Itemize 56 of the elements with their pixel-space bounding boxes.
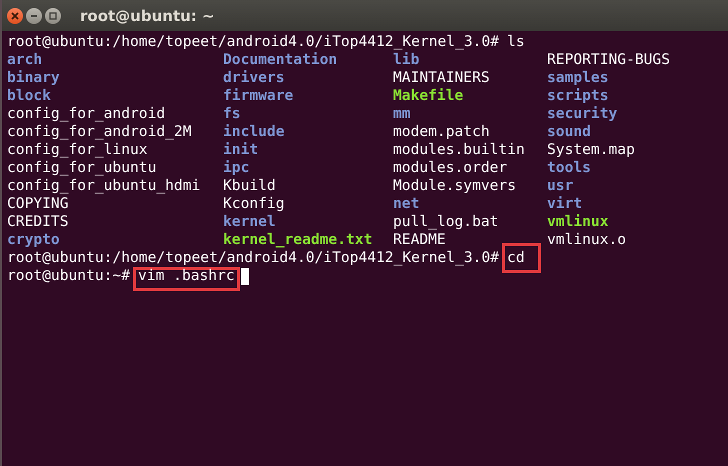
file-name: config_for_android [7,105,166,123]
file-name: sound [547,123,592,141]
file-name: scripts [547,87,610,105]
file-name: Kconfig [223,195,286,213]
file-name: init [223,141,260,159]
file-name: kernel_readme.txt [223,231,374,249]
maximize-icon [49,12,57,20]
file-name: drivers [223,69,286,87]
file-name: virt [547,195,584,213]
file-name: arch [7,51,44,69]
file-name: vmlinux.o [547,231,628,249]
file-name: CREDITS [7,213,70,231]
file-name: MAINTAINERS [393,69,491,87]
file-name: modem.patch [393,123,491,141]
file-name: firmware [223,87,294,105]
close-button[interactable] [7,8,23,24]
file-name: tools [547,159,592,177]
file-name: Documentation [223,51,338,69]
close-icon [11,12,19,20]
file-name: net [393,195,420,213]
file-name: include [223,123,286,141]
file-name: vmlinux [547,213,610,231]
file-name: config_for_ubuntu [7,159,158,177]
file-name: fs [223,105,242,123]
file-name: mm [393,105,412,123]
file-name: System.map [547,141,636,159]
shell-command: vim .bashrc [138,267,235,284]
file-name: pull_log.bat [393,213,500,231]
window-title: root@ubuntu: ~ [80,6,215,24]
file-name: config_for_linux [7,141,149,159]
file-name: usr [547,177,574,195]
file-name: binary [7,69,61,87]
file-name: Module.symvers [393,177,518,195]
file-name: config_for_ubuntu_hdmi [7,177,202,195]
file-name: block [7,87,52,105]
file-name: modules.order [393,159,508,177]
shell-prompt: root@ubuntu:~# [7,267,130,285]
file-name: samples [547,69,610,87]
file-name: Kbuild [223,177,277,195]
shell-prompt: root@ubuntu:/home/topeet/android4.0/iTop4412_Kernel_3.0# [7,33,500,51]
file-name: COPYING [7,195,70,213]
file-name: kernel [223,213,277,231]
file-name: ipc [223,159,250,177]
shell-prompt: root@ubuntu:/home/topeet/android4.0/iTop4412_Kernel_3.0# [7,249,500,267]
file-name: config_for_android_2M [7,123,193,141]
file-name: REPORTING-BUGS [547,51,672,69]
file-name: security [547,105,618,123]
minimize-button[interactable] [26,8,42,24]
shell-command: ls [507,33,525,50]
file-name: lib [393,51,420,69]
shell-command: cd [507,249,525,266]
file-name: modules.builtin [393,141,526,159]
file-name: README [393,231,447,249]
maximize-button[interactable] [45,8,61,24]
file-name: Makefile [393,87,464,105]
file-name: crypto [7,231,61,249]
